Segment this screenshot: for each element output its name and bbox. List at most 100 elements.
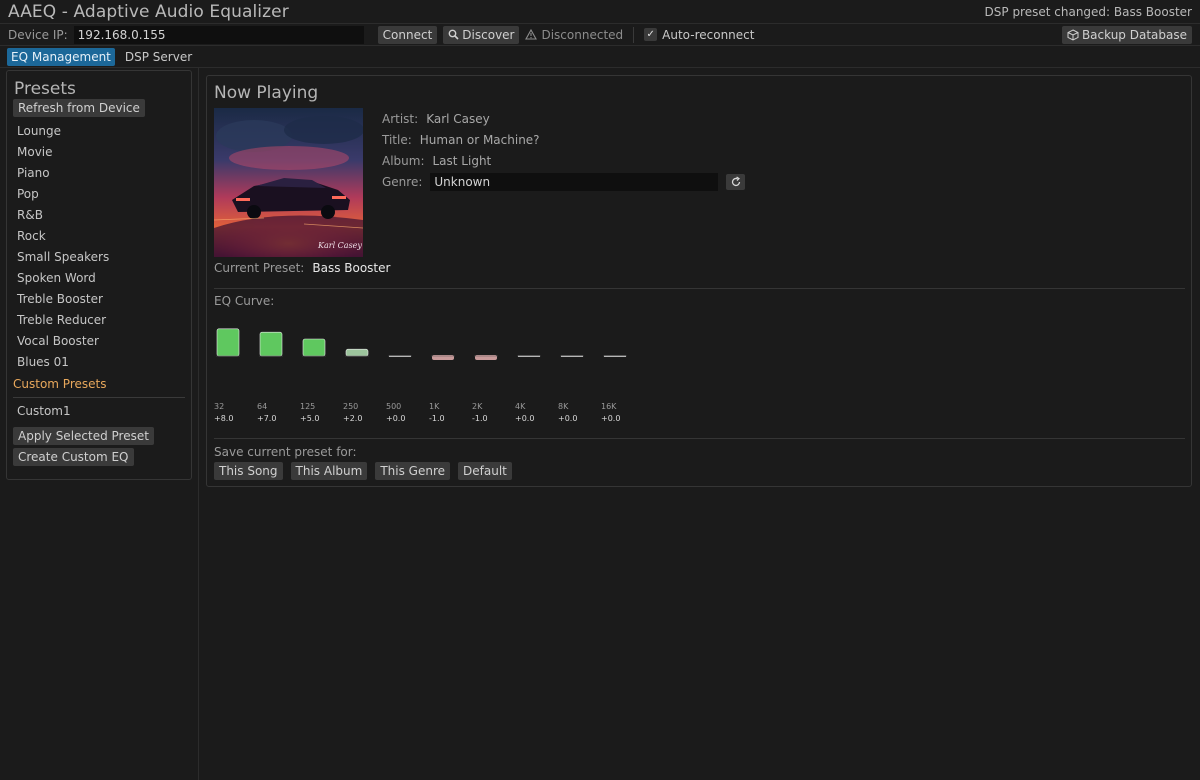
connection-toolbar: Device IP: Connect Discover Disconnected… (0, 24, 1200, 46)
status-message: DSP preset changed: Bass Booster (984, 4, 1192, 19)
custom-presets-heading: Custom Presets (13, 377, 107, 391)
eq-band-frequency: 16K (601, 402, 617, 411)
genre-row: Genre: (382, 171, 746, 192)
main-tabs: EQ Management DSP Server (0, 46, 1200, 68)
eq-band-frequency: 500 (386, 402, 401, 411)
album-row: Album: Last Light (382, 150, 745, 171)
eq-band-gain: +0.0 (558, 414, 577, 423)
preset-item[interactable]: Pop (13, 184, 185, 205)
refresh-icon (731, 176, 741, 186)
eq-band-frequency: 4K (515, 402, 526, 411)
connection-status: Disconnected (525, 28, 623, 42)
connection-status-text: Disconnected (541, 27, 624, 42)
save-default-button[interactable]: Default (458, 462, 512, 480)
artist-value: Karl Casey (426, 111, 490, 126)
preset-item[interactable]: Rock (13, 226, 185, 247)
tab-eq-management[interactable]: EQ Management (7, 47, 115, 66)
device-ip-input[interactable] (73, 25, 364, 44)
preset-actions: Apply Selected Preset Create Custom EQ (13, 427, 185, 466)
eq-band-frequency: 64 (257, 402, 267, 411)
eq-band-frequency: 8K (558, 402, 569, 411)
current-preset-label: Current Preset: (214, 261, 305, 275)
preset-item[interactable]: Piano (13, 163, 185, 184)
section-divider (214, 438, 1185, 439)
discover-button[interactable]: Discover (443, 25, 520, 44)
save-this-genre-button[interactable]: This Genre (375, 462, 451, 480)
artist-label: Artist: (382, 111, 419, 126)
eq-band-gain: +2.0 (343, 414, 362, 423)
create-custom-eq-button[interactable]: Create Custom EQ (13, 448, 134, 466)
title-value: Human or Machine? (419, 132, 540, 147)
eq-band-gain: +5.0 (300, 414, 319, 423)
current-preset-row: Current Preset: Bass Booster (214, 261, 390, 275)
album-value: Last Light (432, 153, 492, 168)
device-ip-label: Device IP: (8, 27, 68, 42)
preset-item[interactable]: Spoken Word (13, 268, 185, 289)
custom-preset-item[interactable]: Custom1 (13, 401, 185, 422)
left-sidebar: Presets Refresh from Device Lounge Movie… (0, 68, 199, 780)
eq-band-bar (259, 331, 283, 357)
artist-signature: Karl Casey (317, 241, 362, 250)
eq-band-gain: -1.0 (429, 414, 445, 423)
tab-dsp-server[interactable]: DSP Server (121, 48, 196, 66)
genre-label: Genre: (382, 174, 423, 189)
connect-button[interactable]: Connect (377, 25, 438, 44)
current-preset-value: Bass Booster (312, 261, 391, 275)
presets-panel: Presets Refresh from Device Lounge Movie… (6, 70, 192, 480)
refresh-from-device-button[interactable]: Refresh from Device (13, 99, 145, 117)
backup-database-label: Backup Database (1081, 27, 1187, 42)
preset-item[interactable]: Treble Booster (13, 289, 185, 310)
eq-band-frequency: 250 (343, 402, 358, 411)
auto-reconnect-label: Auto-reconnect (662, 27, 755, 42)
preset-item[interactable]: Blues 01 (13, 352, 185, 373)
preset-item[interactable]: Movie (13, 142, 185, 163)
eq-band-gain: -1.0 (472, 414, 488, 423)
database-box-icon (1067, 28, 1079, 41)
save-preset-label: Save current preset for: (214, 445, 357, 459)
toolbar-divider (633, 26, 635, 43)
track-metadata: Artist: Karl Casey Title: Human or Machi… (382, 108, 746, 192)
eq-band-frequency: 32 (214, 402, 224, 411)
eq-band-frequency: 2K (472, 402, 483, 411)
title-row: Title: Human or Machine? (382, 129, 745, 150)
section-divider (214, 288, 1185, 289)
eq-band-gain: +7.0 (257, 414, 276, 423)
save-this-song-button[interactable]: This Song (214, 462, 283, 480)
eq-band-gain: +0.0 (601, 414, 620, 423)
album-label: Album: (382, 153, 425, 168)
preset-item[interactable]: Vocal Booster (13, 331, 185, 352)
eq-band-bar (345, 348, 369, 357)
title-bar: AAEQ - Adaptive Audio Equalizer DSP pres… (0, 0, 1200, 24)
now-playing-heading: Now Playing (214, 83, 319, 103)
eq-band-gain: +0.0 (515, 414, 534, 423)
app-title: AAEQ - Adaptive Audio Equalizer (8, 1, 289, 22)
presets-heading: Presets (14, 79, 76, 99)
preset-item[interactable]: Treble Reducer (13, 310, 185, 331)
save-preset-buttons: This Song This Album This Genre Default (214, 462, 512, 480)
eq-band-bar (216, 328, 240, 357)
eq-band-frequency: 125 (300, 402, 315, 411)
album-art: Karl Casey (214, 108, 363, 257)
preset-item[interactable]: R&B (13, 205, 185, 226)
preset-item[interactable]: Lounge (13, 121, 185, 142)
eq-band-gain: +0.0 (386, 414, 405, 423)
preset-item[interactable]: Small Speakers (13, 247, 185, 268)
title-label: Title: (382, 132, 412, 147)
eq-band-frequency: 1K (429, 402, 440, 411)
eq-band-gain: +8.0 (214, 414, 233, 423)
eq-curve-chart: 32 +8.0 64 +7.0 125 +5.0 250 +2.0 500 +0.0 1K -1.0 2… (214, 328, 627, 423)
artist-row: Artist: Karl Casey (382, 108, 745, 129)
refresh-genre-button[interactable] (726, 173, 746, 190)
eq-curve-label: EQ Curve: (214, 294, 275, 308)
checkbox-checked-icon[interactable]: ✓ (644, 28, 658, 41)
auto-reconnect-toggle[interactable]: ✓ Auto-reconnect (644, 28, 754, 42)
apply-selected-preset-button[interactable]: Apply Selected Preset (13, 427, 154, 445)
eq-band-bar (302, 338, 326, 357)
preset-list: Lounge Movie Piano Pop R&B Rock Small Sp… (13, 121, 185, 373)
backup-database-button[interactable]: Backup Database (1061, 25, 1192, 44)
save-this-album-button[interactable]: This Album (290, 462, 368, 480)
search-icon (448, 29, 459, 40)
genre-input[interactable] (430, 172, 719, 191)
discover-label: Discover (462, 27, 515, 42)
custom-presets-divider (13, 397, 185, 398)
